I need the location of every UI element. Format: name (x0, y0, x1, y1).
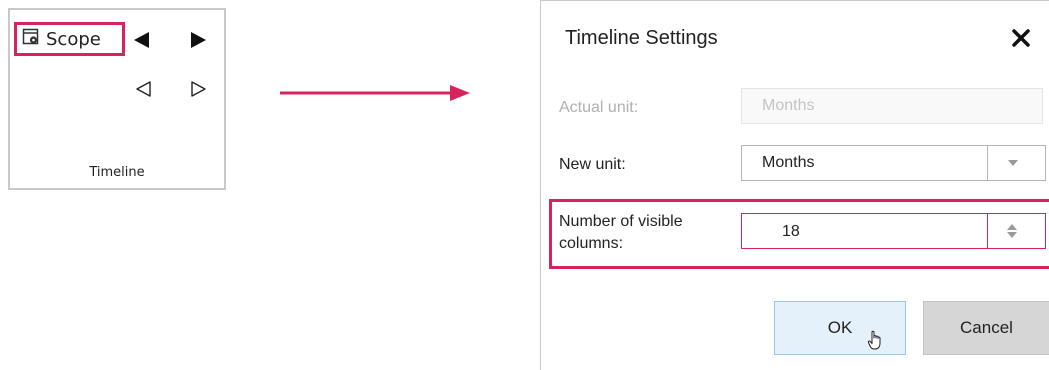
spin-input-text-area[interactable] (742, 214, 988, 248)
next-page-icon[interactable] (190, 31, 208, 49)
scope-button-label: Scope (46, 28, 101, 50)
select-divider (987, 146, 988, 180)
cancel-button[interactable]: Cancel (923, 301, 1049, 355)
visible-columns-value: 18 (782, 223, 800, 240)
actual-unit-field: Months (741, 88, 1043, 124)
visible-columns-input[interactable]: 18 (741, 213, 1046, 249)
hand-cursor-icon (867, 330, 881, 350)
close-icon[interactable] (1012, 29, 1030, 47)
scope-button[interactable]: Scope (14, 22, 125, 56)
new-unit-value: Months (762, 154, 815, 171)
previous-page-icon[interactable] (132, 31, 150, 49)
spinner-arrows-icon[interactable] (1006, 223, 1018, 239)
scope-settings-icon (22, 28, 40, 51)
previous-step-icon[interactable] (134, 80, 152, 98)
timeline-ribbon-group: Scope Timeline (8, 8, 226, 190)
new-unit-label: New unit: (559, 156, 626, 173)
chevron-down-icon[interactable] (1007, 159, 1019, 167)
cancel-button-label: Cancel (960, 318, 1013, 337)
actual-unit-label: Actual unit: (559, 99, 639, 116)
group-label: Timeline (89, 165, 145, 180)
ok-button[interactable]: OK (774, 301, 906, 355)
visible-columns-label-line2: columns: (559, 235, 624, 252)
timeline-settings-dialog: Timeline Settings Actual unit: Months Ne… (540, 0, 1049, 370)
actual-unit-value: Months (762, 97, 815, 114)
flow-arrow-icon (280, 85, 470, 101)
visible-columns-label-line1: Number of visible (559, 213, 683, 230)
ok-button-label: OK (827, 318, 853, 337)
next-step-icon[interactable] (190, 80, 208, 98)
visible-columns-label: Number of visible columns: (559, 211, 683, 255)
new-unit-select[interactable]: Months (741, 145, 1046, 181)
dialog-title: Timeline Settings (565, 27, 718, 49)
